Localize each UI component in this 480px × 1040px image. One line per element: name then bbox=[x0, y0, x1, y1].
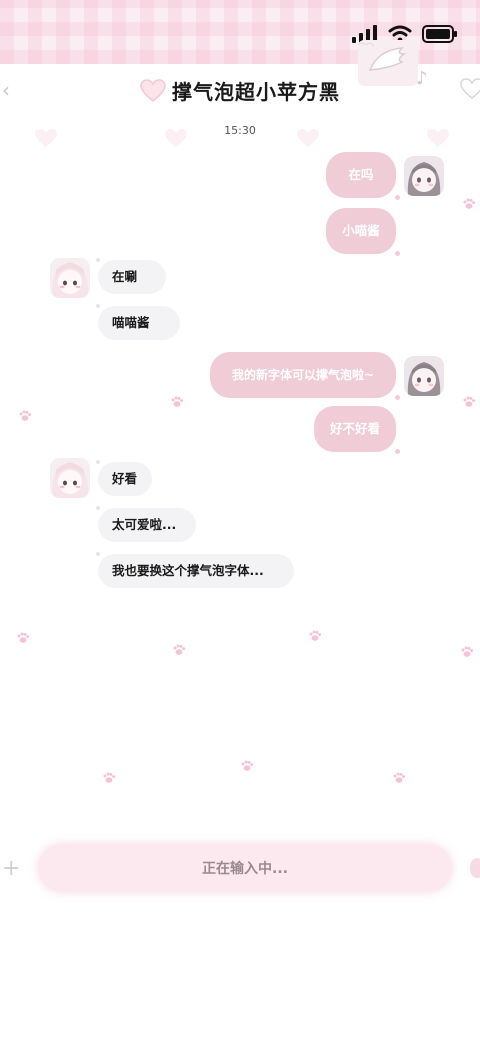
paw-print-icon bbox=[103, 772, 116, 783]
input-placeholder: 正在输入中... bbox=[202, 861, 288, 877]
paw-print-icon bbox=[173, 644, 186, 655]
paw-print-icon bbox=[241, 760, 254, 771]
avatar-girl-icon bbox=[50, 258, 90, 298]
emoji-button[interactable] bbox=[470, 858, 480, 878]
paw-print-icon bbox=[393, 772, 406, 783]
incoming-message-bubble[interactable]: 喵喵酱 bbox=[96, 304, 180, 340]
plus-icon[interactable]: + bbox=[2, 856, 20, 881]
contact-avatar[interactable] bbox=[50, 458, 90, 498]
paw-print-icon bbox=[171, 396, 184, 407]
message-text: 我也要换这个撑气泡字体... bbox=[112, 563, 264, 578]
message-text: 好不好看 bbox=[329, 421, 380, 436]
heart-outline-icon bbox=[460, 78, 480, 99]
paw-print-icon bbox=[17, 632, 30, 643]
incoming-message-bubble[interactable]: 我也要换这个撑气泡字体... bbox=[96, 552, 294, 588]
outgoing-message-bubble[interactable]: 在吗 bbox=[326, 152, 400, 200]
message-input[interactable]: 正在输入中... bbox=[38, 844, 452, 892]
message-text: 我的新字体可以撑气泡啦~ bbox=[231, 368, 375, 382]
paw-print-icon bbox=[463, 198, 476, 209]
message-text: 小喵酱 bbox=[342, 223, 380, 238]
my-avatar[interactable] bbox=[404, 356, 444, 396]
message-text: 在唰 bbox=[112, 269, 138, 284]
contact-avatar[interactable] bbox=[50, 258, 90, 298]
heart-icon bbox=[140, 78, 166, 102]
paw-print-icon bbox=[19, 410, 32, 421]
incoming-message-bubble[interactable]: 好看 bbox=[96, 460, 152, 496]
message-text: 在吗 bbox=[348, 167, 374, 182]
message-text: 好看 bbox=[112, 471, 138, 486]
outgoing-message-bubble[interactable]: 我的新字体可以撑气泡啦~ bbox=[210, 352, 400, 400]
paw-print-icon bbox=[461, 646, 474, 657]
incoming-message-bubble[interactable]: 太可爱啦... bbox=[96, 506, 196, 542]
avatar-girl-icon bbox=[404, 356, 444, 396]
page-title: 撑气泡超小苹方黑 bbox=[172, 80, 340, 104]
incoming-message-bubble[interactable]: 在唰 bbox=[96, 258, 166, 294]
outgoing-message-bubble[interactable]: 小喵酱 bbox=[326, 208, 400, 256]
paw-print-icon bbox=[309, 630, 322, 641]
navigation-bar: ‹ 撑气泡超小苹方黑 ♪ bbox=[0, 40, 480, 116]
angel-wing-icon bbox=[358, 40, 418, 86]
avatar-girl-icon bbox=[404, 156, 444, 196]
message-text: 喵喵酱 bbox=[112, 315, 150, 330]
battery-icon bbox=[422, 25, 457, 43]
message-timestamp: 15:30 bbox=[224, 124, 256, 137]
message-text: 太可爱啦... bbox=[112, 517, 177, 532]
paw-print-icon bbox=[463, 396, 476, 407]
my-avatar[interactable] bbox=[404, 156, 444, 196]
avatar-girl-icon bbox=[50, 458, 90, 498]
music-note-icon: ♪ bbox=[416, 68, 428, 89]
outgoing-message-bubble[interactable]: 好不好看 bbox=[314, 406, 400, 454]
